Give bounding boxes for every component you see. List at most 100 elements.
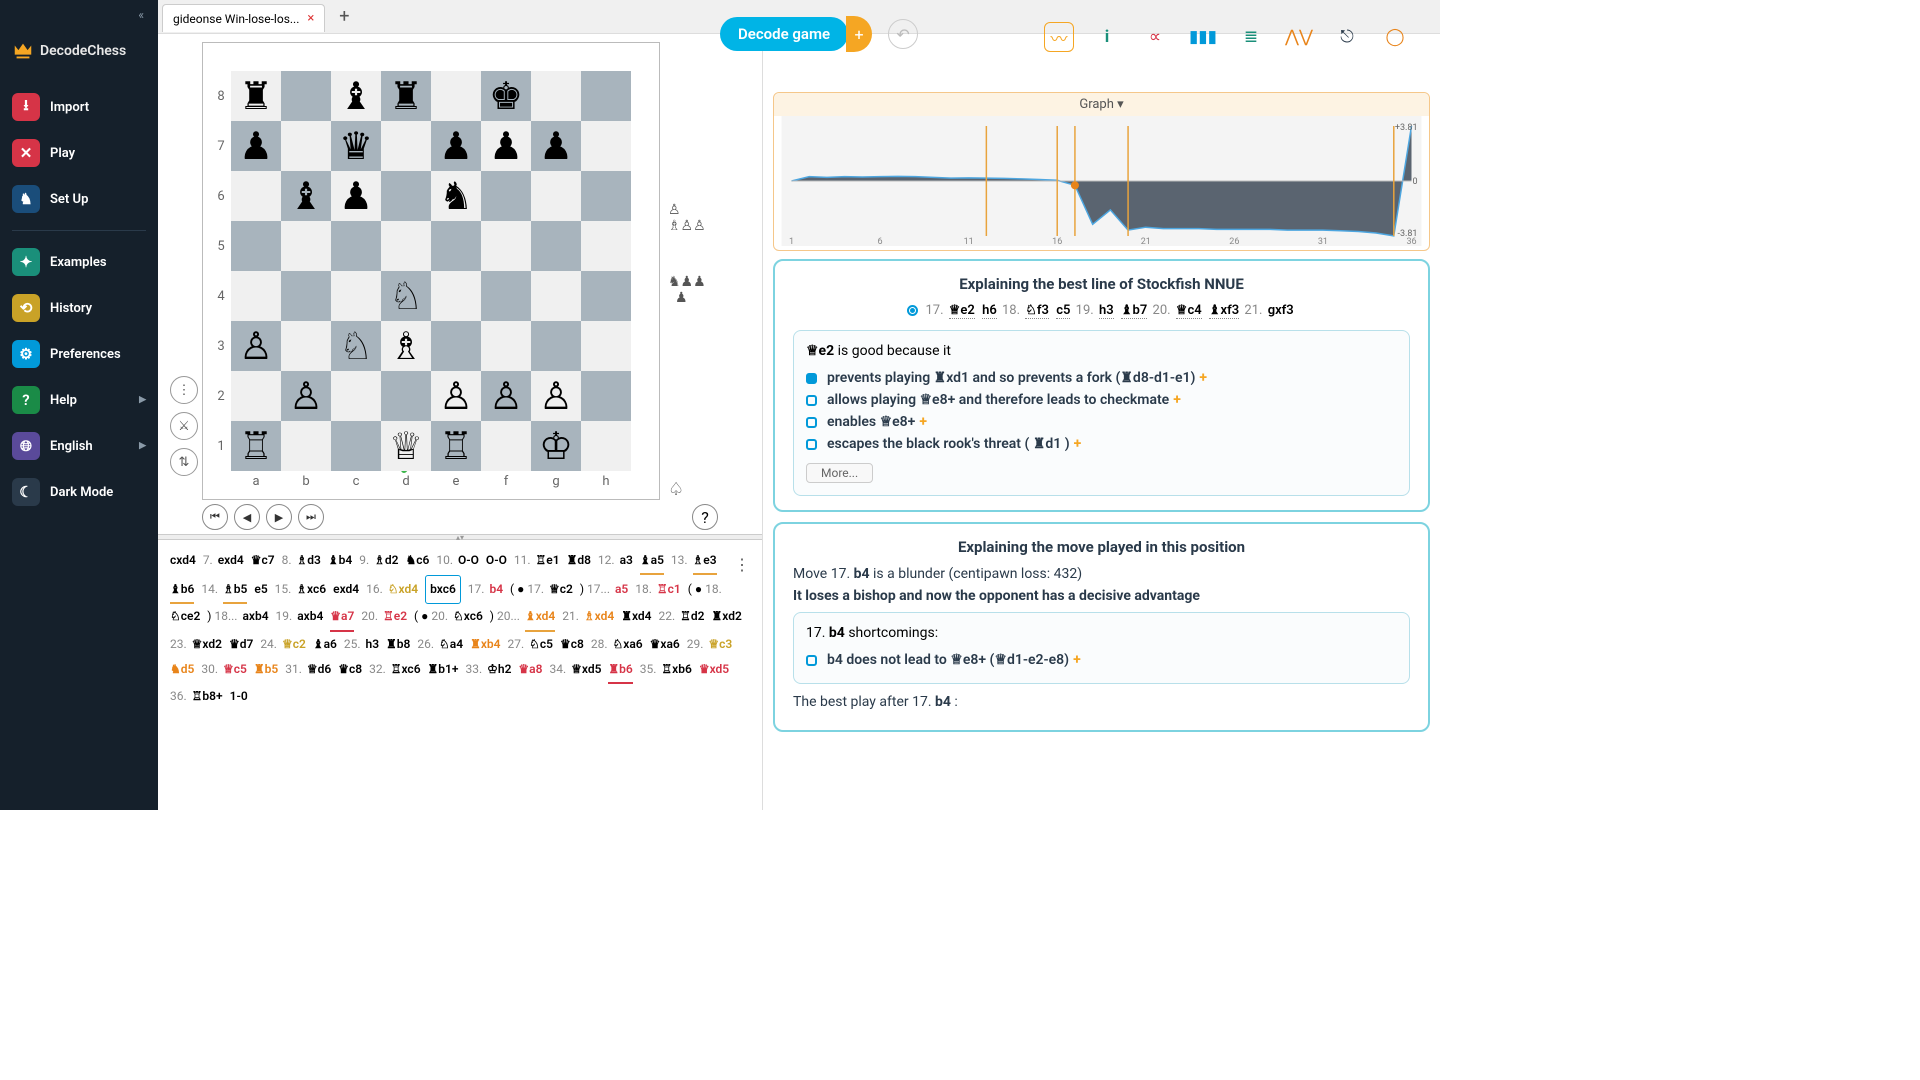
square-e6[interactable]: ♞ bbox=[431, 171, 481, 221]
user-icon[interactable]: ◯ bbox=[1380, 22, 1410, 52]
square-g1[interactable]: ♔ bbox=[531, 421, 581, 471]
square-d5[interactable] bbox=[381, 221, 431, 271]
sidebar-item-history[interactable]: ⟲History bbox=[0, 285, 158, 331]
square-g8[interactable] bbox=[531, 71, 581, 121]
menu-dots-button[interactable]: ⋮ bbox=[170, 376, 198, 404]
chess-board[interactable]: 8♜♝♜♚7♟♛♟♟♟6♝♟♞54♘3♙♘♗2♙♙♙♙1♖♕♖♔abcdefgh bbox=[207, 47, 655, 495]
square-g4[interactable] bbox=[531, 271, 581, 321]
square-a3[interactable]: ♙ bbox=[231, 321, 281, 371]
sidebar-item-help[interactable]: ?Help▶ bbox=[0, 377, 158, 423]
square-e2[interactable]: ♙ bbox=[431, 371, 481, 421]
square-e7[interactable]: ♟ bbox=[431, 121, 481, 171]
square-b6[interactable]: ♝ bbox=[281, 171, 331, 221]
logo[interactable]: DecodeChess bbox=[0, 24, 158, 84]
bars-icon[interactable]: ▮▮▮ bbox=[1188, 22, 1218, 52]
game-tab[interactable]: gideonse Win-lose-los...× bbox=[162, 4, 325, 32]
graph-toggle-icon[interactable]: 〰 bbox=[1044, 22, 1074, 52]
sidebar-item-darkmode[interactable]: ☾Dark Mode bbox=[0, 469, 158, 515]
stockfish-icon[interactable]: ∝ bbox=[1140, 22, 1170, 52]
square-g6[interactable] bbox=[531, 171, 581, 221]
square-a2[interactable] bbox=[231, 371, 281, 421]
square-c2[interactable] bbox=[331, 371, 381, 421]
prev-move-button[interactable]: ◀ bbox=[234, 504, 260, 530]
reason-item[interactable]: escapes the black rook's threat ( ♜d1 )+ bbox=[806, 433, 1397, 455]
first-move-button[interactable]: ⏮ bbox=[202, 504, 228, 530]
square-h2[interactable] bbox=[581, 371, 631, 421]
square-a7[interactable]: ♟ bbox=[231, 121, 281, 171]
square-d6[interactable] bbox=[381, 171, 431, 221]
square-c7[interactable]: ♛ bbox=[331, 121, 381, 171]
next-move-button[interactable]: ▶ bbox=[266, 504, 292, 530]
square-g3[interactable] bbox=[531, 321, 581, 371]
flip-button[interactable]: ⇅ bbox=[170, 448, 198, 476]
square-b1[interactable] bbox=[281, 421, 331, 471]
square-f6[interactable] bbox=[481, 171, 531, 221]
sidebar-item-examples[interactable]: ✦Examples bbox=[0, 239, 158, 285]
eval-graph[interactable]: Graph ▾ 16111621263136+3.810-3.81 bbox=[773, 92, 1430, 251]
square-d8[interactable]: ♜ bbox=[381, 71, 431, 121]
sidebar-item-import[interactable]: ⭳Import bbox=[0, 84, 158, 130]
square-b4[interactable] bbox=[281, 271, 331, 321]
square-f2[interactable]: ♙ bbox=[481, 371, 531, 421]
radio-icon[interactable] bbox=[907, 305, 918, 316]
plus-icon[interactable]: + bbox=[1173, 392, 1181, 408]
shortcoming-item[interactable]: b4 does not lead to ♕e8+ (♕d1-e2-e8)+ bbox=[806, 649, 1397, 671]
square-e4[interactable] bbox=[431, 271, 481, 321]
square-c8[interactable]: ♝ bbox=[331, 71, 381, 121]
square-b8[interactable] bbox=[281, 71, 331, 121]
square-h7[interactable] bbox=[581, 121, 631, 171]
square-e5[interactable] bbox=[431, 221, 481, 271]
sidebar-item-play[interactable]: ✕Play bbox=[0, 130, 158, 176]
bell-icon[interactable]: ♤ bbox=[668, 479, 720, 500]
square-b7[interactable] bbox=[281, 121, 331, 171]
square-f8[interactable]: ♚ bbox=[481, 71, 531, 121]
square-d4[interactable]: ♘ bbox=[381, 271, 431, 321]
plus-icon[interactable]: + bbox=[919, 414, 927, 430]
share-icon[interactable]: ⎋ bbox=[1332, 22, 1362, 52]
more-button[interactable]: More... bbox=[806, 463, 873, 483]
square-c3[interactable]: ♘ bbox=[331, 321, 381, 371]
square-a5[interactable] bbox=[231, 221, 281, 271]
square-f4[interactable] bbox=[481, 271, 531, 321]
moves-list[interactable]: ⋮ cxd4 7. exd4 ♛c7 8. ♗d3 ♝b4 9. ♗d2 ♞c6… bbox=[158, 540, 762, 810]
square-f7[interactable]: ♟ bbox=[481, 121, 531, 171]
square-g2[interactable]: ♙ bbox=[531, 371, 581, 421]
last-move-button[interactable]: ⏭ bbox=[298, 504, 324, 530]
square-h5[interactable] bbox=[581, 221, 631, 271]
square-c6[interactable]: ♟ bbox=[331, 171, 381, 221]
plus-icon[interactable]: + bbox=[1074, 436, 1082, 452]
square-e3[interactable] bbox=[431, 321, 481, 371]
square-d1[interactable]: ♕ bbox=[381, 421, 431, 471]
square-a1[interactable]: ♖ bbox=[231, 421, 281, 471]
square-h8[interactable] bbox=[581, 71, 631, 121]
reason-item[interactable]: prevents playing ♜xd1 and so prevents a … bbox=[806, 367, 1397, 389]
square-c1[interactable] bbox=[331, 421, 381, 471]
swords-button[interactable]: ⚔ bbox=[170, 412, 198, 440]
square-f3[interactable] bbox=[481, 321, 531, 371]
plus-icon[interactable]: + bbox=[1199, 370, 1207, 386]
undo-button[interactable]: ↶ bbox=[888, 19, 918, 49]
square-d7[interactable] bbox=[381, 121, 431, 171]
info-icon[interactable]: i bbox=[1092, 22, 1122, 52]
square-e8[interactable] bbox=[431, 71, 481, 121]
decode-button[interactable]: Decode game bbox=[720, 17, 848, 51]
plus-icon[interactable]: + bbox=[1073, 652, 1081, 668]
square-h4[interactable] bbox=[581, 271, 631, 321]
square-a4[interactable] bbox=[231, 271, 281, 321]
reason-item[interactable]: enables ♕e8++ bbox=[806, 411, 1397, 433]
square-b3[interactable] bbox=[281, 321, 331, 371]
square-a8[interactable]: ♜ bbox=[231, 71, 281, 121]
square-f5[interactable] bbox=[481, 221, 531, 271]
square-g5[interactable] bbox=[531, 221, 581, 271]
decode-plus-button[interactable]: + bbox=[846, 16, 872, 52]
square-c5[interactable] bbox=[331, 221, 381, 271]
moves-menu-icon[interactable]: ⋮ bbox=[734, 548, 750, 582]
list-icon[interactable]: ≣ bbox=[1236, 22, 1266, 52]
square-d2[interactable] bbox=[381, 371, 431, 421]
add-tab-button[interactable]: + bbox=[331, 4, 357, 30]
graph-title[interactable]: Graph ▾ bbox=[774, 93, 1429, 116]
square-a6[interactable] bbox=[231, 171, 281, 221]
reason-item[interactable]: allows playing ♕e8+ and therefore leads … bbox=[806, 389, 1397, 411]
square-c4[interactable] bbox=[331, 271, 381, 321]
square-b2[interactable]: ♙ bbox=[281, 371, 331, 421]
